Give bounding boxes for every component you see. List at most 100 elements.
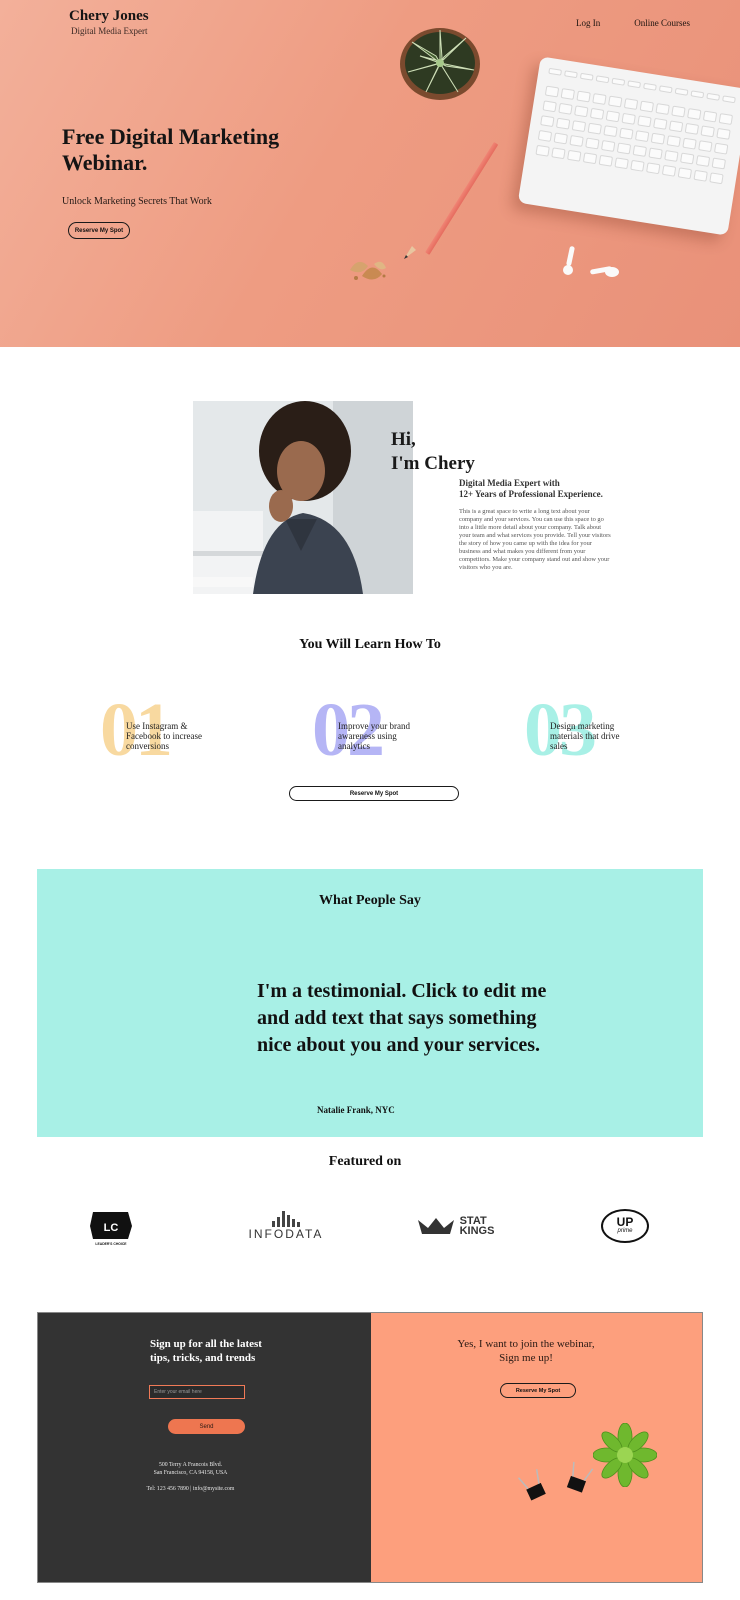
keyboard-key [603,125,618,138]
hero-section: Chery Jones Digital Media Expert Log In … [0,0,740,347]
keyboard-key [592,93,607,105]
signup-panel: Sign up for all the latest tips, tricks,… [38,1313,371,1582]
leaders-choice-logo: LC LEADER'S CHOICE [88,1206,138,1246]
keyboard-key [535,144,550,157]
keyboard-key [668,120,684,133]
hero-title: Free Digital Marketing Webinar. [62,124,280,175]
signup-title-line-2: tips, tricks, and trends [150,1352,256,1364]
headline-line-2: 12+ Years of Professional Experience. [459,489,603,499]
crown-icon [417,1218,454,1234]
keyboard-key [621,112,636,125]
join-title: Yes, I want to join the webinar, Sign me… [371,1337,681,1365]
keyboard-key [646,162,661,175]
step-text: Use Instagram & Facebook to increase con… [126,721,202,751]
profile-photo [193,401,413,594]
learn-section-title: You Will Learn How To [299,637,441,652]
keyboard-key [544,85,560,98]
reserve-spot-button-learn[interactable]: Reserve My Spot [289,786,459,801]
keyboard-key [702,110,718,123]
keyboard-key [682,137,697,150]
up-prime-line-1: UP [616,1215,634,1229]
send-button[interactable]: Send [168,1419,245,1434]
keyboard-key [555,117,571,130]
email-input[interactable]: Enter your email here [149,1385,245,1399]
greeting-line-2: I'm Chery [391,453,475,474]
keyboard-key [664,150,679,162]
keyboard-image [517,56,740,236]
main-nav: Log In Online Courses [576,18,690,28]
keyboard-key [627,80,642,89]
leaders-choice-mark: LC [104,1222,119,1234]
keyboard-key [693,169,708,182]
keyboard-key [630,159,645,172]
airpods-image [563,246,619,277]
infodata-wordmark: INFODATA [248,1227,324,1241]
pencil-tip [404,246,416,259]
keyboard-key [576,90,591,103]
nav-log-in[interactable]: Log In [576,18,600,28]
keyboard-key [634,130,650,143]
reserve-spot-button-footer[interactable]: Reserve My Spot [500,1383,576,1398]
nav-online-courses[interactable]: Online Courses [634,18,690,28]
contact-info[interactable]: Tel: 123 456 7890 | info@mysite.com [38,1486,343,1492]
keyboard-key [598,154,614,167]
stat-kings-line-2: KINGS [459,1225,495,1237]
brand-tagline: Digital Media Expert [71,26,148,36]
keyboard-key [595,75,610,84]
featured-title: Featured on [328,1154,402,1169]
keyboard-key [716,127,731,140]
hero-subtitle: Unlock Marketing Secrets That Work [62,196,212,207]
keyboard-key [674,87,689,96]
stat-kings-wordmark: STAT KINGS [459,1216,495,1237]
keyboard-key [574,105,589,118]
keyboard-key [537,129,553,142]
greeting-line-1: Hi, [391,429,416,450]
keyboard-key [655,103,670,115]
keyboard-key [616,142,632,155]
keyboard-key [658,85,673,94]
keyboard-key [695,155,711,167]
join-panel: Yes, I want to join the webinar, Sign me… [371,1313,702,1582]
keyboard-key [637,115,652,128]
brand-name[interactable]: Chery Jones [69,8,149,25]
keyboard-key [569,135,584,147]
about-body-text: This is a great space to write a long te… [459,508,611,571]
reserve-spot-button[interactable]: Reserve My Spot [68,222,130,239]
keyboard-key [540,115,555,128]
keyboard-key [558,102,573,115]
up-prime-line-2: prime [617,1228,633,1234]
keyboard-key [713,142,729,155]
stat-kings-logo: STAT KINGS [410,1206,500,1246]
testimonial-title: What People Say [319,893,421,908]
step-text: Improve your brand awareness using analy… [338,721,410,751]
footer-section: Sign up for all the latest tips, tricks,… [37,1312,703,1583]
keyboard-key [614,157,629,170]
pencil-shavings-image [350,261,386,280]
keyboard-key [589,107,605,120]
keyboard-key [571,120,587,133]
keyboard-key [653,117,668,130]
succulent-image [593,1423,657,1487]
keyboard-key [611,77,626,86]
keyboard-key [643,82,657,91]
keyboard-key [700,125,715,138]
keyboard-key [605,110,621,123]
keyboard-key [551,147,566,160]
keyboard-key [722,95,736,104]
keyboard-key [567,149,582,162]
keyboard-key [687,108,702,120]
keyboard-key [706,92,721,101]
keyboard-key [680,152,695,165]
address-line-1: 500 Terry A Francois Blvd. [158,1462,223,1468]
keyboard-key [650,132,666,145]
keyboard-key [671,105,686,118]
headline-line-1: Digital Media Expert with [459,478,560,488]
testimonial-author: Natalie Frank, NYC [317,1105,395,1115]
pencil-image [425,142,499,255]
keyboard-key [684,122,700,135]
bar-chart-icon [272,1211,300,1227]
succulent-pot-image [400,28,480,100]
brand[interactable]: Chery Jones Digital Media Expert [69,8,149,36]
testimonial-quote: I'm a testimonial. Click to edit me and … [257,980,547,1056]
testimonial-section: What People Say I'm a testimonial. Click… [37,869,703,1137]
